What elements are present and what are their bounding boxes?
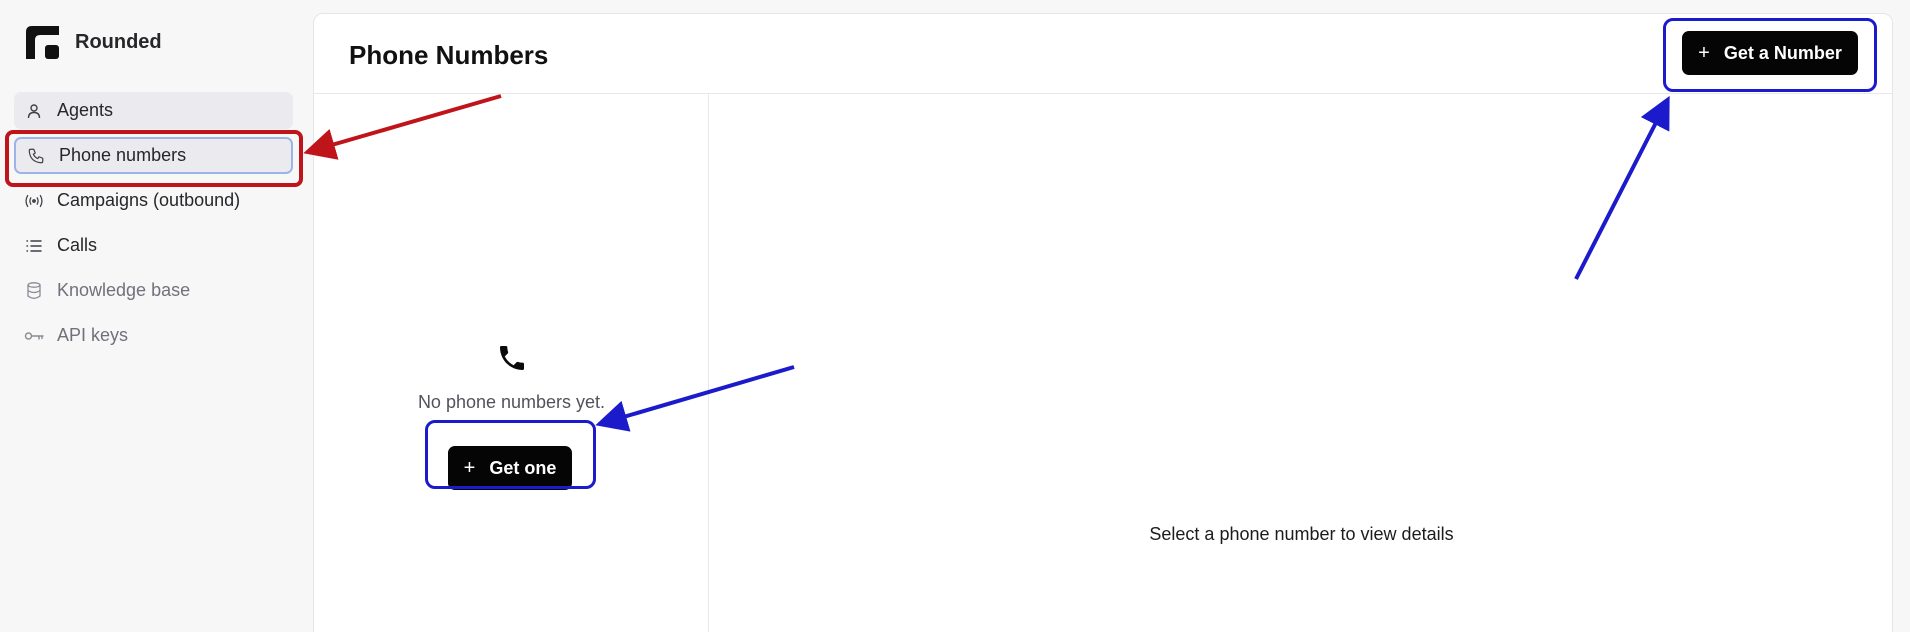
red-arrow [303,94,502,160]
blue-arrow-get-number [1574,95,1670,280]
annotation-arrows [303,94,1670,432]
blue-arrow-get-one [595,365,795,432]
